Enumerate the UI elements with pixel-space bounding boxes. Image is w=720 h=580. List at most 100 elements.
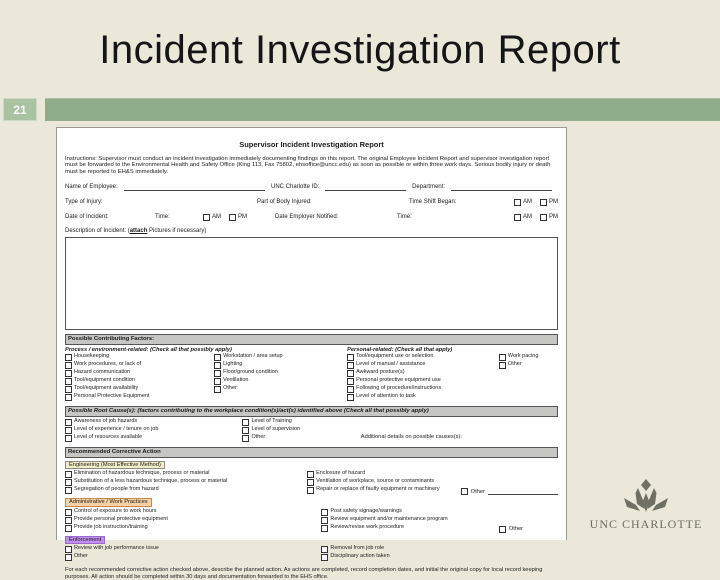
checkbox-item: Ventilation of workplace, source or cont… <box>307 479 461 487</box>
checkbox[interactable] <box>65 418 72 426</box>
checkbox[interactable] <box>65 508 72 516</box>
checkbox-label: Tool/equipment availability <box>74 385 139 392</box>
checkbox-item: Workstation / area setup <box>214 353 341 362</box>
checkbox-item: Elimination of hazardous technique, proc… <box>65 470 307 479</box>
checkbox[interactable] <box>65 524 72 532</box>
incident-am-checkbox[interactable] <box>203 213 210 221</box>
checkbox-label: Other <box>251 433 266 440</box>
checkbox[interactable] <box>307 479 315 487</box>
unc-charlotte-crown-icon <box>624 479 668 512</box>
checkbox-label: Level of Training <box>251 417 292 424</box>
checkbox[interactable] <box>347 354 355 362</box>
checkbox-item: Review with job performance issue <box>65 545 321 554</box>
checkbox-list: Workstation / area setup Lighting Floor/… <box>214 353 341 402</box>
title-divider-band <box>45 98 720 121</box>
other-checkbox[interactable] <box>498 525 506 533</box>
checkbox[interactable] <box>347 386 355 394</box>
checkbox-item: Provide personal protective equipment <box>65 515 321 524</box>
engineering-method-label: Engineering (Most Effective Method) <box>65 460 165 470</box>
checkbox[interactable] <box>65 394 72 402</box>
checkbox-list: Work pacing Other <box>498 353 558 402</box>
name-of-employee-label: Name of Employee: <box>65 184 118 191</box>
notified-ampm-group: AM PM <box>514 213 558 221</box>
checkbox[interactable] <box>65 554 72 562</box>
notified-pm-checkbox[interactable] <box>540 213 547 221</box>
pm-label: PM <box>238 214 247 221</box>
date-employer-notified-label: Date Employer Notified: <box>275 214 339 221</box>
checkbox[interactable] <box>242 434 250 442</box>
shift-am-checkbox[interactable] <box>514 198 521 206</box>
checkbox[interactable] <box>65 354 72 362</box>
checkbox[interactable] <box>214 370 222 378</box>
checkbox[interactable] <box>214 362 222 370</box>
checkbox[interactable] <box>321 554 329 562</box>
checkbox-label: Elimination of hazardous technique, proc… <box>74 470 210 477</box>
checkbox[interactable] <box>65 479 72 487</box>
checkbox[interactable] <box>498 362 506 370</box>
description-textarea[interactable] <box>65 236 558 330</box>
checkbox-item: Housekeeping <box>65 353 214 362</box>
checkbox[interactable] <box>242 426 250 434</box>
form-row-employee: Name of Employee: UNC Charlotte ID: Depa… <box>65 184 558 191</box>
other-field[interactable] <box>488 488 558 496</box>
checkbox[interactable] <box>347 370 355 378</box>
department-label: Department: <box>412 184 446 191</box>
checkbox[interactable] <box>498 354 506 362</box>
checkbox[interactable] <box>214 354 222 362</box>
checkbox[interactable] <box>347 378 355 386</box>
shift-pm-checkbox[interactable] <box>540 198 547 206</box>
checkbox[interactable] <box>65 362 72 370</box>
checkbox[interactable] <box>321 524 329 532</box>
checkbox-label: Post safety signage/warnings <box>330 507 402 514</box>
checkbox[interactable] <box>65 546 72 554</box>
checkbox-label: Review/revise work procedure <box>330 523 405 530</box>
notified-am-checkbox[interactable] <box>514 213 521 221</box>
checkbox-label: Review with job performance issue <box>74 545 159 552</box>
checkbox[interactable] <box>321 508 329 516</box>
name-of-employee-field[interactable] <box>123 184 265 191</box>
contributing-factors-section: Process / environment-related: (Check al… <box>65 347 558 403</box>
form-footer-note: For each recommended corrective action c… <box>65 567 543 580</box>
other-label: Other <box>470 488 485 495</box>
checkbox[interactable] <box>242 418 250 426</box>
checkbox-label: Removal from job role <box>330 545 385 552</box>
checkbox[interactable] <box>307 487 315 495</box>
checkbox-label: Disciplinary action taken <box>330 553 390 560</box>
incident-pm-checkbox[interactable] <box>229 213 236 221</box>
type-of-injury-label: Type of Injury: <box>65 199 103 206</box>
checkbox-list: Elimination of hazardous technique, proc… <box>65 471 307 495</box>
other-checkbox[interactable] <box>460 488 468 496</box>
department-field[interactable] <box>451 184 552 191</box>
checkbox[interactable] <box>321 516 329 524</box>
checkbox-item: Other <box>498 361 558 370</box>
checkbox[interactable] <box>65 426 72 434</box>
checkbox-list: Removal from job role Disciplinary actio… <box>321 546 558 562</box>
checkbox-label: Work procedures, or lack of <box>74 361 142 368</box>
checkbox[interactable] <box>214 378 222 386</box>
checkbox[interactable] <box>214 386 222 394</box>
checkbox[interactable] <box>65 516 72 524</box>
checkbox-label: Other: <box>223 385 239 392</box>
checkbox[interactable] <box>321 546 329 554</box>
administrative-label: Administrative / Work Practices <box>65 498 152 507</box>
checkbox[interactable] <box>65 434 72 442</box>
checkbox-item: Level of manual / assistance <box>347 361 499 370</box>
checkbox-label: Provide personal protective equipment <box>74 515 168 522</box>
checkbox-item: Other: <box>214 385 341 394</box>
checkbox[interactable] <box>347 394 355 402</box>
shift-ampm-group: AM PM <box>514 198 558 206</box>
checkbox[interactable] <box>65 386 72 394</box>
checkbox[interactable] <box>65 471 72 479</box>
checkbox-label: Enclosure of hazard <box>316 470 366 477</box>
engineering-other: Other <box>460 471 558 496</box>
checkbox[interactable] <box>65 487 72 495</box>
unc-id-label: UNC Charlotte ID: <box>270 184 320 191</box>
root-cause-header: Possible Root Cause(s): (factors contrib… <box>65 406 558 417</box>
form-instructions: Instructions: Supervisor must conduct an… <box>65 155 551 176</box>
checkbox-label: Awkward posture(s) <box>356 369 405 376</box>
unc-id-field[interactable] <box>325 184 407 191</box>
checkbox[interactable] <box>307 471 315 479</box>
checkbox[interactable] <box>65 370 72 378</box>
checkbox[interactable] <box>65 378 72 386</box>
checkbox[interactable] <box>347 362 355 370</box>
